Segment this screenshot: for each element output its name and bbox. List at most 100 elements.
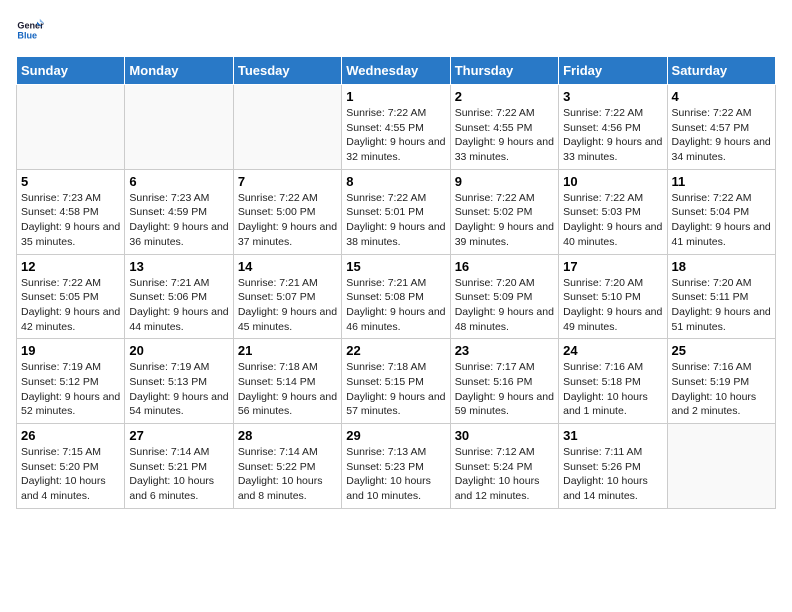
- day-number: 21: [238, 343, 337, 358]
- calendar-cell: 9 Sunrise: 7:22 AM Sunset: 5:02 PM Daylig…: [450, 169, 558, 254]
- day-number: 9: [455, 174, 554, 189]
- calendar-week-2: 12 Sunrise: 7:22 AM Sunset: 5:05 PM Dayli…: [17, 254, 776, 339]
- day-info: Sunrise: 7:16 AM Sunset: 5:19 PM Dayligh…: [672, 360, 771, 419]
- header-tuesday: Tuesday: [233, 57, 341, 85]
- day-number: 4: [672, 89, 771, 104]
- calendar-week-4: 26 Sunrise: 7:15 AM Sunset: 5:20 PM Dayli…: [17, 424, 776, 509]
- calendar-week-1: 5 Sunrise: 7:23 AM Sunset: 4:58 PM Daylig…: [17, 169, 776, 254]
- logo-icon: General Blue: [16, 16, 44, 44]
- day-number: 11: [672, 174, 771, 189]
- calendar-cell: 14Sunrise: 7:21 AM Sunset: 5:07 PM Dayli…: [233, 254, 341, 339]
- day-info: Sunrise: 7:22 AM Sunset: 5:01 PM Dayligh…: [346, 191, 445, 250]
- calendar-cell: [233, 85, 341, 170]
- calendar-cell: 30 Sunrise: 7:12 AM Sunset: 5:24 PM Dayli…: [450, 424, 558, 509]
- header-saturday: Saturday: [667, 57, 775, 85]
- day-info: Sunrise: 7:21 AM Sunset: 5:06 PM Dayligh…: [129, 276, 228, 335]
- calendar-cell: 7 Sunrise: 7:22 AM Sunset: 5:00 PM Daylig…: [233, 169, 341, 254]
- day-number: 29: [346, 428, 445, 443]
- day-number: 19: [21, 343, 120, 358]
- day-info: Sunrise: 7:18 AM Sunset: 5:15 PM Dayligh…: [346, 360, 445, 419]
- calendar-cell: 3 Sunrise: 7:22 AM Sunset: 4:56 PM Daylig…: [559, 85, 667, 170]
- calendar-cell: 24 Sunrise: 7:16 AM Sunset: 5:18 PM Dayli…: [559, 339, 667, 424]
- calendar-cell: 6Sunrise: 7:23 AM Sunset: 4:59 PM Daylig…: [125, 169, 233, 254]
- calendar-cell: 10Sunrise: 7:22 AM Sunset: 5:03 PM Dayli…: [559, 169, 667, 254]
- calendar-cell: 18 Sunrise: 7:20 AM Sunset: 5:11 PM Dayli…: [667, 254, 775, 339]
- header-sunday: Sunday: [17, 57, 125, 85]
- logo: General Blue: [16, 16, 48, 44]
- day-info: Sunrise: 7:23 AM Sunset: 4:58 PM Dayligh…: [21, 191, 120, 250]
- calendar-cell: 26 Sunrise: 7:15 AM Sunset: 5:20 PM Dayli…: [17, 424, 125, 509]
- day-number: 24: [563, 343, 662, 358]
- day-info: Sunrise: 7:20 AM Sunset: 5:10 PM Dayligh…: [563, 276, 662, 335]
- day-number: 2: [455, 89, 554, 104]
- day-info: Sunrise: 7:22 AM Sunset: 4:57 PM Dayligh…: [672, 106, 771, 165]
- day-number: 18: [672, 259, 771, 274]
- day-number: 12: [21, 259, 120, 274]
- calendar-cell: 23Sunrise: 7:17 AM Sunset: 5:16 PM Dayli…: [450, 339, 558, 424]
- day-info: Sunrise: 7:14 AM Sunset: 5:21 PM Dayligh…: [129, 445, 228, 504]
- day-number: 23: [455, 343, 554, 358]
- day-info: Sunrise: 7:23 AM Sunset: 4:59 PM Dayligh…: [129, 191, 228, 250]
- calendar-cell: 2 Sunrise: 7:22 AM Sunset: 4:55 PM Daylig…: [450, 85, 558, 170]
- calendar-cell: 19 Sunrise: 7:19 AM Sunset: 5:12 PM Dayli…: [17, 339, 125, 424]
- day-number: 15: [346, 259, 445, 274]
- day-info: Sunrise: 7:13 AM Sunset: 5:23 PM Dayligh…: [346, 445, 445, 504]
- day-number: 27: [129, 428, 228, 443]
- day-info: Sunrise: 7:22 AM Sunset: 5:00 PM Dayligh…: [238, 191, 337, 250]
- svg-text:Blue: Blue: [17, 30, 37, 40]
- calendar-week-0: 1Sunrise: 7:22 AM Sunset: 4:55 PM Daylig…: [17, 85, 776, 170]
- day-info: Sunrise: 7:16 AM Sunset: 5:18 PM Dayligh…: [563, 360, 662, 419]
- day-number: 31: [563, 428, 662, 443]
- header-wednesday: Wednesday: [342, 57, 450, 85]
- calendar-cell: 12 Sunrise: 7:22 AM Sunset: 5:05 PM Dayli…: [17, 254, 125, 339]
- calendar-cell: 15 Sunrise: 7:21 AM Sunset: 5:08 PM Dayli…: [342, 254, 450, 339]
- day-info: Sunrise: 7:11 AM Sunset: 5:26 PM Dayligh…: [563, 445, 662, 504]
- day-info: Sunrise: 7:19 AM Sunset: 5:12 PM Dayligh…: [21, 360, 120, 419]
- calendar-cell: 17 Sunrise: 7:20 AM Sunset: 5:10 PM Dayli…: [559, 254, 667, 339]
- day-info: Sunrise: 7:22 AM Sunset: 5:05 PM Dayligh…: [21, 276, 120, 335]
- day-info: Sunrise: 7:20 AM Sunset: 5:09 PM Dayligh…: [455, 276, 554, 335]
- day-info: Sunrise: 7:22 AM Sunset: 5:04 PM Dayligh…: [672, 191, 771, 250]
- calendar-cell: 22 Sunrise: 7:18 AM Sunset: 5:15 PM Dayli…: [342, 339, 450, 424]
- calendar-cell: 25Sunrise: 7:16 AM Sunset: 5:19 PM Dayli…: [667, 339, 775, 424]
- day-info: Sunrise: 7:22 AM Sunset: 5:02 PM Dayligh…: [455, 191, 554, 250]
- calendar-cell: 11 Sunrise: 7:22 AM Sunset: 5:04 PM Dayli…: [667, 169, 775, 254]
- day-info: Sunrise: 7:21 AM Sunset: 5:07 PM Dayligh…: [238, 276, 337, 335]
- calendar-cell: 8 Sunrise: 7:22 AM Sunset: 5:01 PM Daylig…: [342, 169, 450, 254]
- calendar-cell: 5 Sunrise: 7:23 AM Sunset: 4:58 PM Daylig…: [17, 169, 125, 254]
- day-info: Sunrise: 7:22 AM Sunset: 5:03 PM Dayligh…: [563, 191, 662, 250]
- calendar-cell: 16 Sunrise: 7:20 AM Sunset: 5:09 PM Dayli…: [450, 254, 558, 339]
- calendar-week-3: 19 Sunrise: 7:19 AM Sunset: 5:12 PM Dayli…: [17, 339, 776, 424]
- day-number: 3: [563, 89, 662, 104]
- day-number: 26: [21, 428, 120, 443]
- day-number: 30: [455, 428, 554, 443]
- day-number: 13: [129, 259, 228, 274]
- calendar-cell: 31 Sunrise: 7:11 AM Sunset: 5:26 PM Dayli…: [559, 424, 667, 509]
- day-number: 28: [238, 428, 337, 443]
- day-info: Sunrise: 7:21 AM Sunset: 5:08 PM Dayligh…: [346, 276, 445, 335]
- day-number: 7: [238, 174, 337, 189]
- day-number: 20: [129, 343, 228, 358]
- day-number: 22: [346, 343, 445, 358]
- day-number: 8: [346, 174, 445, 189]
- calendar-cell: [17, 85, 125, 170]
- header-friday: Friday: [559, 57, 667, 85]
- day-info: Sunrise: 7:22 AM Sunset: 4:55 PM Dayligh…: [455, 106, 554, 165]
- day-info: Sunrise: 7:15 AM Sunset: 5:20 PM Dayligh…: [21, 445, 120, 504]
- calendar-cell: 20 Sunrise: 7:19 AM Sunset: 5:13 PM Dayli…: [125, 339, 233, 424]
- calendar-cell: [667, 424, 775, 509]
- day-number: 16: [455, 259, 554, 274]
- calendar-cell: 21 Sunrise: 7:18 AM Sunset: 5:14 PM Dayli…: [233, 339, 341, 424]
- day-info: Sunrise: 7:20 AM Sunset: 5:11 PM Dayligh…: [672, 276, 771, 335]
- day-info: Sunrise: 7:22 AM Sunset: 4:55 PM Dayligh…: [346, 106, 445, 165]
- calendar-cell: 27 Sunrise: 7:14 AM Sunset: 5:21 PM Dayli…: [125, 424, 233, 509]
- calendar-cell: [125, 85, 233, 170]
- header-monday: Monday: [125, 57, 233, 85]
- day-number: 17: [563, 259, 662, 274]
- day-info: Sunrise: 7:19 AM Sunset: 5:13 PM Dayligh…: [129, 360, 228, 419]
- day-number: 5: [21, 174, 120, 189]
- day-info: Sunrise: 7:12 AM Sunset: 5:24 PM Dayligh…: [455, 445, 554, 504]
- day-info: Sunrise: 7:22 AM Sunset: 4:56 PM Dayligh…: [563, 106, 662, 165]
- day-info: Sunrise: 7:18 AM Sunset: 5:14 PM Dayligh…: [238, 360, 337, 419]
- day-info: Sunrise: 7:14 AM Sunset: 5:22 PM Dayligh…: [238, 445, 337, 504]
